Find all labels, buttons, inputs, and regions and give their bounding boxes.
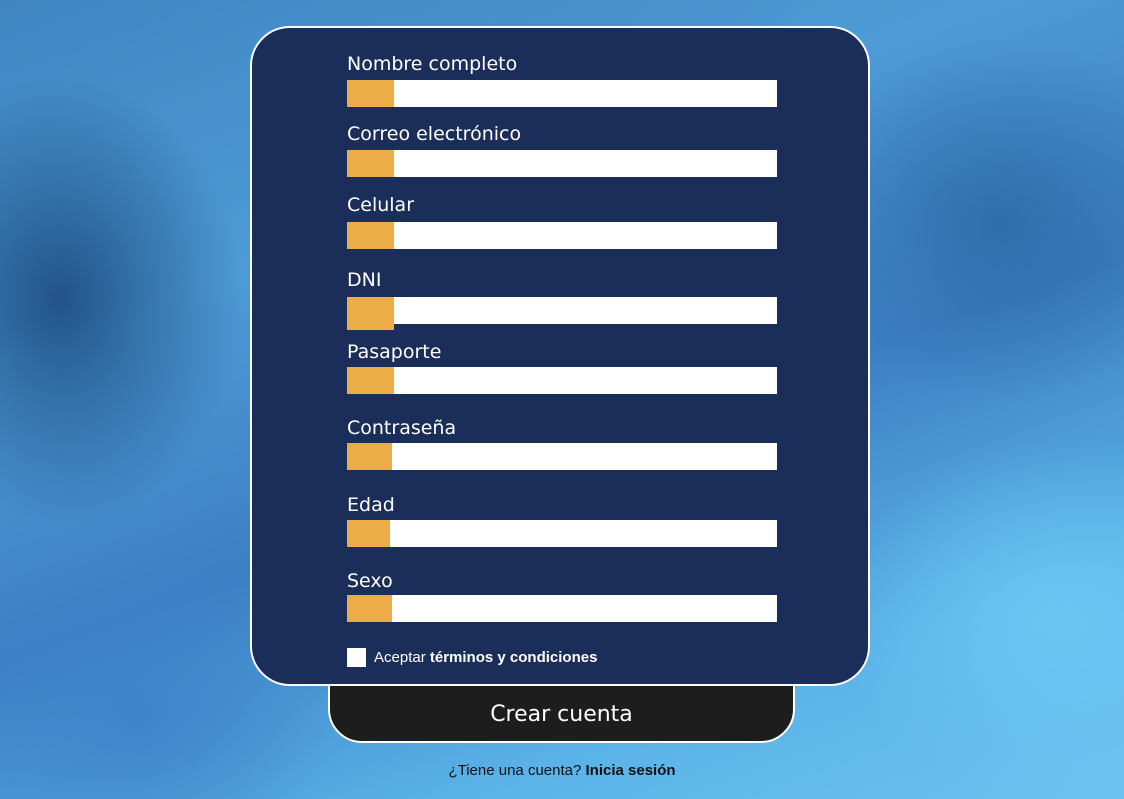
input-accent-bar bbox=[347, 222, 394, 249]
terms-text: Aceptar términos y condiciones bbox=[374, 649, 597, 666]
phone-input[interactable] bbox=[347, 222, 777, 249]
full-name-label: Nombre completo bbox=[347, 53, 518, 75]
dni-input[interactable] bbox=[347, 297, 777, 330]
sex-label: Sexo bbox=[347, 570, 393, 592]
login-prompt: ¿Tiene una cuenta? Inicia sesión bbox=[0, 762, 1124, 779]
age-label: Edad bbox=[347, 494, 395, 516]
email-label: Correo electrónico bbox=[347, 123, 522, 145]
dni-label: DNI bbox=[347, 269, 382, 291]
phone-label: Celular bbox=[347, 194, 415, 216]
passport-label: Pasaporte bbox=[347, 341, 442, 363]
terms-row: Aceptar términos y condiciones bbox=[347, 646, 597, 668]
terms-checkbox[interactable] bbox=[347, 647, 366, 667]
age-input[interactable] bbox=[347, 520, 777, 547]
input-accent-bar bbox=[347, 80, 394, 107]
sex-input[interactable] bbox=[347, 595, 777, 622]
terms-link[interactable]: términos y condiciones bbox=[430, 649, 598, 666]
input-accent-bar bbox=[347, 150, 394, 177]
input-accent-bar bbox=[347, 520, 390, 547]
input-accent-bar bbox=[347, 443, 392, 470]
input-accent-bar bbox=[347, 595, 392, 622]
login-question: ¿Tiene una cuenta? bbox=[448, 762, 582, 779]
input-accent-bar bbox=[347, 297, 394, 330]
password-label: Contraseña bbox=[347, 417, 457, 439]
passport-input[interactable] bbox=[347, 367, 777, 394]
input-accent-bar bbox=[347, 367, 394, 394]
email-input[interactable] bbox=[347, 150, 777, 177]
full-name-input[interactable] bbox=[347, 80, 777, 107]
password-input[interactable] bbox=[347, 443, 777, 470]
terms-prefix: Aceptar bbox=[374, 648, 426, 666]
login-link[interactable]: Inicia sesión bbox=[586, 762, 676, 779]
signup-form-card: Nombre completo Correo electrónico Celul… bbox=[250, 26, 870, 686]
